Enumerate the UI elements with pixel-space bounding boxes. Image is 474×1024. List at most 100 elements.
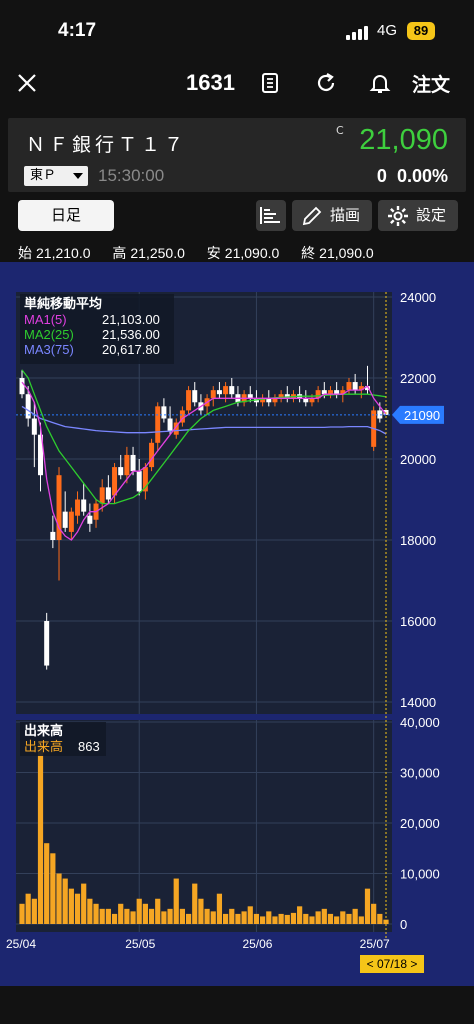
candle [62, 511, 68, 528]
volume-bar [185, 913, 192, 924]
low-value: 21,090.0 [224, 245, 280, 261]
ma-legend-value: 20,617.80 [102, 342, 160, 357]
y-tick-label: 20000 [400, 452, 436, 467]
chart-area[interactable]: 24000 22000 20000 18000 16000 14000 40,000 30,0… [0, 262, 474, 986]
top-navigation: 1631 注文 [0, 60, 474, 106]
volume-bar [173, 878, 179, 924]
signal-icon [346, 26, 368, 40]
volume-bar [167, 908, 173, 924]
draw-button[interactable]: 描画 [292, 200, 372, 231]
volume-tick-label: 0 [400, 917, 407, 932]
x-tick-label: 25/07 [360, 937, 390, 951]
volume-bar [247, 906, 253, 924]
volume-bar [210, 911, 216, 924]
status-time: 4:17 [58, 20, 97, 41]
candle [167, 418, 173, 431]
order-button[interactable]: 注文 [412, 70, 450, 97]
volume-bar [124, 908, 130, 924]
candle [81, 499, 87, 512]
draw-label: 描画 [330, 206, 361, 224]
settings-label: 設定 [416, 206, 447, 224]
volume-legend-name: 出来高 [24, 739, 63, 755]
volume-bar [253, 913, 260, 924]
volume-bar [155, 898, 161, 924]
x-tick-label: 25/05 [125, 937, 155, 951]
volume-bar [327, 913, 334, 924]
candle [99, 487, 105, 504]
ma-legend-value: 21,103.00 [102, 312, 160, 327]
candle [124, 454, 130, 476]
candle [44, 621, 50, 666]
volume-tick-label: 30,000 [400, 766, 440, 781]
high-value: 21,250.0 [130, 245, 185, 261]
volume-bar [68, 888, 74, 924]
date-cursor-badge[interactable]: < 07/18 > [360, 955, 424, 973]
candle [75, 499, 81, 516]
volume-bar [25, 893, 31, 924]
close-icon[interactable] [16, 72, 38, 94]
volume-bar [105, 908, 111, 924]
volume-bar [81, 883, 87, 924]
volume-bar [44, 843, 50, 924]
refresh-icon[interactable] [314, 71, 338, 95]
close-value: 21,090.0 [319, 245, 374, 261]
quote-time: 15:30:00 [98, 166, 165, 185]
settings-button[interactable]: 設定 [378, 200, 458, 231]
volume-bar [377, 913, 383, 924]
candle [118, 467, 124, 476]
volume-bar [148, 908, 155, 924]
ma-legend-name: MA3(75) [24, 342, 74, 357]
volume-bar [346, 913, 352, 924]
candle [31, 418, 37, 435]
volume-bar [297, 906, 303, 924]
volume-bar [352, 908, 358, 924]
y-tick-label: 14000 [400, 695, 436, 710]
network-type: 4G [377, 22, 398, 39]
volume-bar [192, 883, 198, 924]
volume-bar [136, 898, 142, 924]
ma-legend-value: 21,536.00 [102, 327, 160, 342]
ma-legend-name: MA1(5) [24, 312, 67, 327]
volume-bar [260, 916, 266, 924]
volume-tick-label: 40,000 [400, 715, 440, 730]
candle [105, 487, 111, 500]
volume-bar [50, 853, 56, 924]
volume-tick-label: 10,000 [400, 867, 440, 882]
volume-bar [364, 888, 371, 924]
volume-bar [37, 742, 44, 924]
market-label: 東Ｐ [30, 168, 57, 183]
volume-bar [130, 911, 136, 924]
volume-tick-label: 20,000 [400, 816, 440, 831]
candle [87, 515, 93, 524]
quote-card: ＮＦ銀行Ｔ１７ C 21,090 東Ｐ 15:30:00 0 0.00% [8, 118, 466, 192]
candle [155, 406, 161, 443]
volume-bar [272, 916, 278, 924]
bell-icon[interactable] [368, 71, 392, 95]
close-label: 終 [301, 245, 316, 261]
current-price: 21,090 [359, 124, 448, 156]
document-icon[interactable] [258, 71, 282, 95]
change-value: 0 [376, 166, 387, 186]
candle [192, 390, 198, 403]
volume-bar [87, 898, 93, 924]
volume-legend-value: 863 [78, 739, 100, 754]
volume-bar [303, 913, 309, 924]
candle [346, 382, 352, 391]
period-select[interactable]: 日足 [18, 200, 114, 231]
gear-icon [388, 206, 408, 226]
price-flag: C [336, 124, 344, 137]
market-select[interactable]: 東Ｐ [24, 166, 88, 186]
volume-bar [284, 914, 290, 924]
high-label: 高 [112, 245, 127, 261]
x-tick-label: 25/04 [6, 937, 36, 951]
indicator-button[interactable] [256, 200, 286, 231]
open-label: 始 [18, 245, 32, 261]
volume-bar [266, 911, 272, 924]
volume-bar [19, 903, 25, 924]
volume-bar [93, 903, 99, 924]
volume-bar [321, 908, 327, 924]
battery-icon: 89 [407, 22, 435, 40]
open-value: 21,210.0 [36, 245, 91, 261]
volume-bar [31, 898, 37, 924]
volume-bar [204, 908, 210, 924]
